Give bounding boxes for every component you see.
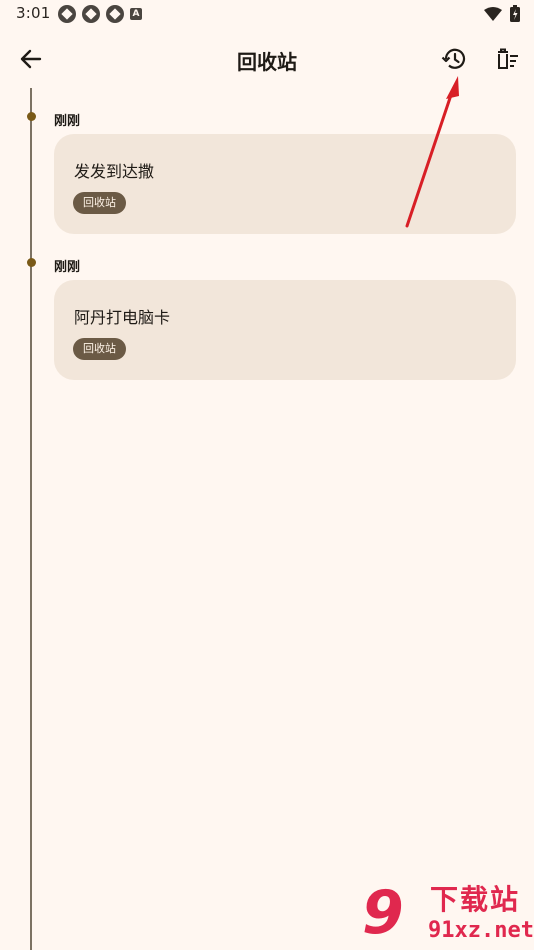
app-notification-icon xyxy=(58,5,76,23)
status-bar: 3:01 A xyxy=(0,0,534,28)
history-restore-icon xyxy=(441,48,466,69)
battery-icon xyxy=(510,5,520,22)
note-card[interactable]: 发发到达撒 回收站 xyxy=(54,134,516,234)
status-time: 3:01 xyxy=(16,4,51,22)
app-bar: 回收站 xyxy=(0,28,534,90)
note-card[interactable]: 阿丹打电脑卡 回收站 xyxy=(54,280,516,380)
note-tag: 回收站 xyxy=(73,192,126,214)
note-tag: 回收站 xyxy=(73,338,126,360)
timeline-dot xyxy=(26,112,36,121)
app-notification-icon xyxy=(106,5,124,23)
watermark-brand: 下载站 xyxy=(430,883,521,916)
watermark-logo: 9 xyxy=(362,878,404,948)
note-title: 阿丹打电脑卡 xyxy=(74,308,171,327)
system-icons xyxy=(484,5,520,22)
timeline-line xyxy=(30,88,32,950)
a-notification-icon: A xyxy=(130,8,142,20)
restore-history-button[interactable] xyxy=(437,42,471,76)
group-label: 刚刚 xyxy=(54,114,81,129)
notification-icons: A xyxy=(58,5,142,23)
wifi-icon xyxy=(484,6,502,21)
app-notification-icon xyxy=(82,5,100,23)
group-label: 刚刚 xyxy=(54,260,81,275)
note-title: 发发到达撒 xyxy=(74,162,155,181)
delete-sweep-icon xyxy=(498,48,518,69)
watermark-domain: 91xz.net xyxy=(428,918,534,943)
clear-all-button[interactable] xyxy=(490,42,524,76)
watermark: 9 下载站 91xz.net xyxy=(362,878,534,948)
timeline-dot xyxy=(26,258,36,267)
